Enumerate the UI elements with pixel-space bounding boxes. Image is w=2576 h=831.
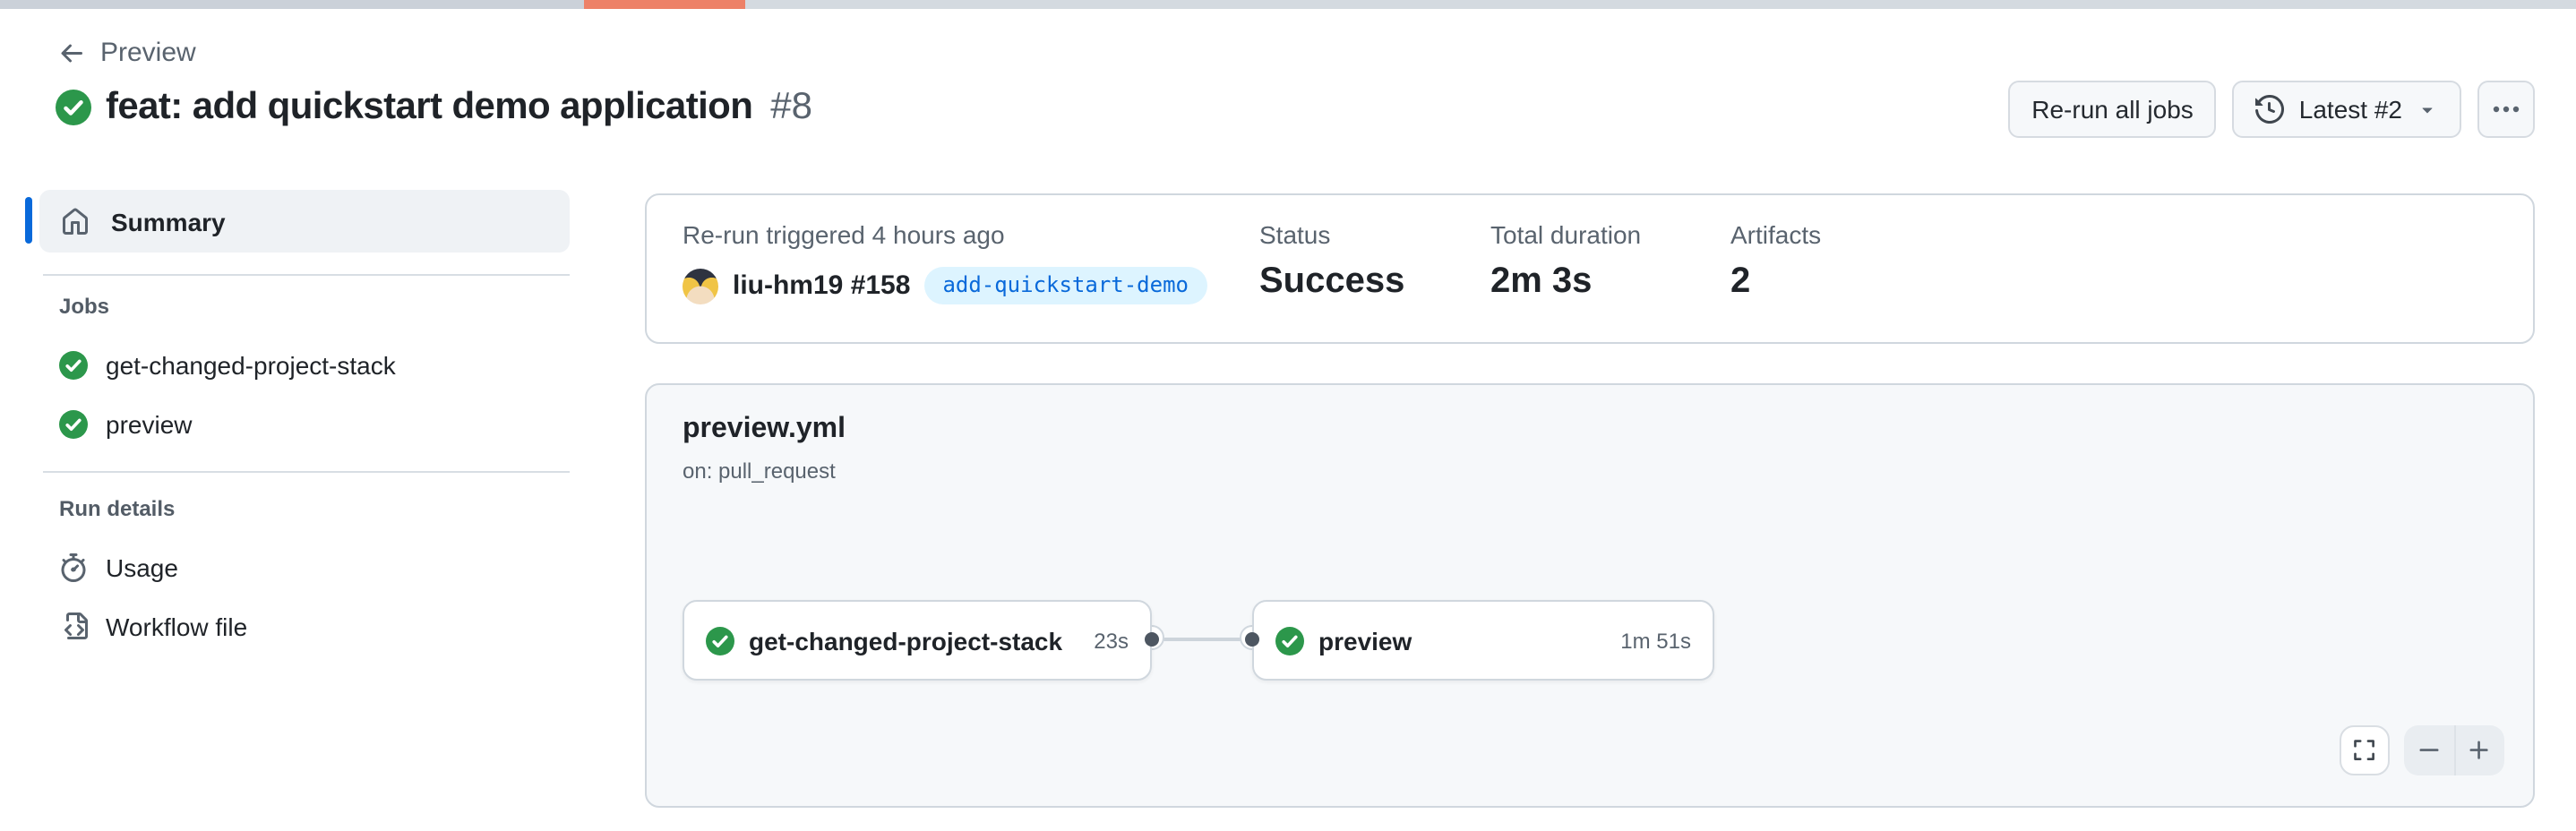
- sidebar-item-workflow-file[interactable]: Workflow file: [59, 613, 247, 641]
- stat-label: Status: [1259, 220, 1404, 249]
- strip-segment-left: [0, 0, 584, 9]
- node-label: preview: [1318, 626, 1412, 655]
- zoom-out-button[interactable]: [2404, 725, 2455, 775]
- file-code-icon: [59, 613, 88, 641]
- home-icon: [61, 207, 90, 236]
- jobs-section-header: Jobs: [59, 294, 109, 319]
- run-number: #8: [770, 86, 812, 129]
- chevron-down-icon: [2417, 99, 2438, 120]
- fullscreen-button[interactable]: [2340, 725, 2390, 775]
- strip-segment-orange: [584, 0, 745, 9]
- check-circle-icon: [59, 410, 88, 439]
- graph-edge-dot: [1245, 632, 1259, 647]
- graph-connector-line: [1152, 638, 1252, 641]
- node-label: get-changed-project-stack: [749, 626, 1062, 655]
- node-duration: 23s: [1083, 628, 1129, 653]
- workflow-trigger: on: pull_request: [683, 458, 836, 484]
- check-circle-icon: [59, 351, 88, 380]
- sidebar-divider: [43, 471, 570, 473]
- screen-full-icon: [2352, 738, 2377, 763]
- workflow-file-label: Workflow file: [106, 613, 247, 641]
- graph-edge-dot: [1145, 632, 1159, 647]
- rerun-all-jobs-label: Re-run all jobs: [2031, 95, 2194, 124]
- graph-zoom-controls: [2404, 725, 2504, 775]
- stat-label: Total duration: [1490, 220, 1641, 249]
- breadcrumb-back-link[interactable]: Preview: [57, 38, 196, 70]
- branch-badge[interactable]: add-quickstart-demo: [924, 267, 1206, 304]
- stat-artifacts: Artifacts 2: [1730, 220, 1821, 303]
- check-circle-icon: [1275, 626, 1304, 655]
- sidebar-divider: [43, 274, 570, 276]
- stat-value: Success: [1259, 261, 1404, 303]
- stat-value: 2: [1730, 261, 1821, 303]
- job-name: get-changed-project-stack: [106, 351, 396, 380]
- job-name: preview: [106, 410, 193, 439]
- node-duration: 1m 51s: [1610, 628, 1691, 653]
- stopwatch-icon: [59, 553, 88, 582]
- minus-icon: [2417, 738, 2442, 763]
- attempt-selector-label: Latest #2: [2299, 95, 2402, 124]
- usage-label: Usage: [106, 553, 178, 582]
- breadcrumb-label: Preview: [100, 38, 196, 70]
- actor-and-run-id: liu-hm19 #158: [733, 270, 910, 301]
- workflow-run-page: Preview feat: add quickstart demo applic…: [0, 0, 2576, 831]
- page-title: feat: add quickstart demo application: [106, 86, 752, 129]
- check-circle-icon: [56, 90, 91, 125]
- kebab-horizontal-icon: [2492, 95, 2520, 124]
- window-top-strip: [0, 0, 2576, 9]
- attempt-selector-button[interactable]: Latest #2: [2233, 81, 2461, 138]
- stat-value: 2m 3s: [1490, 261, 1641, 303]
- rerun-all-jobs-button[interactable]: Re-run all jobs: [2008, 81, 2217, 138]
- graph-node-preview[interactable]: preview 1m 51s: [1252, 600, 1714, 681]
- selected-item-indicator: [25, 197, 32, 244]
- stat-label: Artifacts: [1730, 220, 1821, 249]
- run-details-section-header: Run details: [59, 496, 175, 521]
- history-icon: [2256, 95, 2285, 124]
- graph-node-get-changed-project-stack[interactable]: get-changed-project-stack 23s: [683, 600, 1152, 681]
- check-circle-icon: [706, 626, 734, 655]
- run-summary-card: Re-run triggered 4 hours ago liu-hm19 #1…: [645, 193, 2535, 344]
- more-options-button[interactable]: [2477, 81, 2535, 138]
- header-actions: Re-run all jobs Latest #2: [2008, 81, 2535, 138]
- avatar[interactable]: [683, 268, 718, 304]
- zoom-in-button[interactable]: [2455, 725, 2504, 775]
- sidebar-summary-label: Summary: [111, 207, 226, 236]
- stat-status: Status Success: [1259, 220, 1404, 303]
- trigger-text: Re-run triggered 4 hours ago: [683, 220, 1005, 249]
- arrow-left-icon: [57, 39, 86, 68]
- sidebar-job-get-changed-project-stack[interactable]: get-changed-project-stack: [59, 351, 396, 380]
- workflow-graph-card: preview.yml on: pull_request get-changed…: [645, 383, 2535, 808]
- strip-segment-right: [745, 0, 2576, 9]
- stat-total-duration: Total duration 2m 3s: [1490, 220, 1641, 303]
- run-title-row: feat: add quickstart demo application #8: [56, 86, 812, 129]
- plus-icon: [2468, 738, 2493, 763]
- sidebar-item-summary[interactable]: Summary: [39, 190, 570, 253]
- actor-row: liu-hm19 #158 add-quickstart-demo: [683, 267, 1206, 304]
- sidebar-item-usage[interactable]: Usage: [59, 553, 178, 582]
- workflow-file-name: preview.yml: [683, 414, 846, 446]
- sidebar-job-preview[interactable]: preview: [59, 410, 193, 439]
